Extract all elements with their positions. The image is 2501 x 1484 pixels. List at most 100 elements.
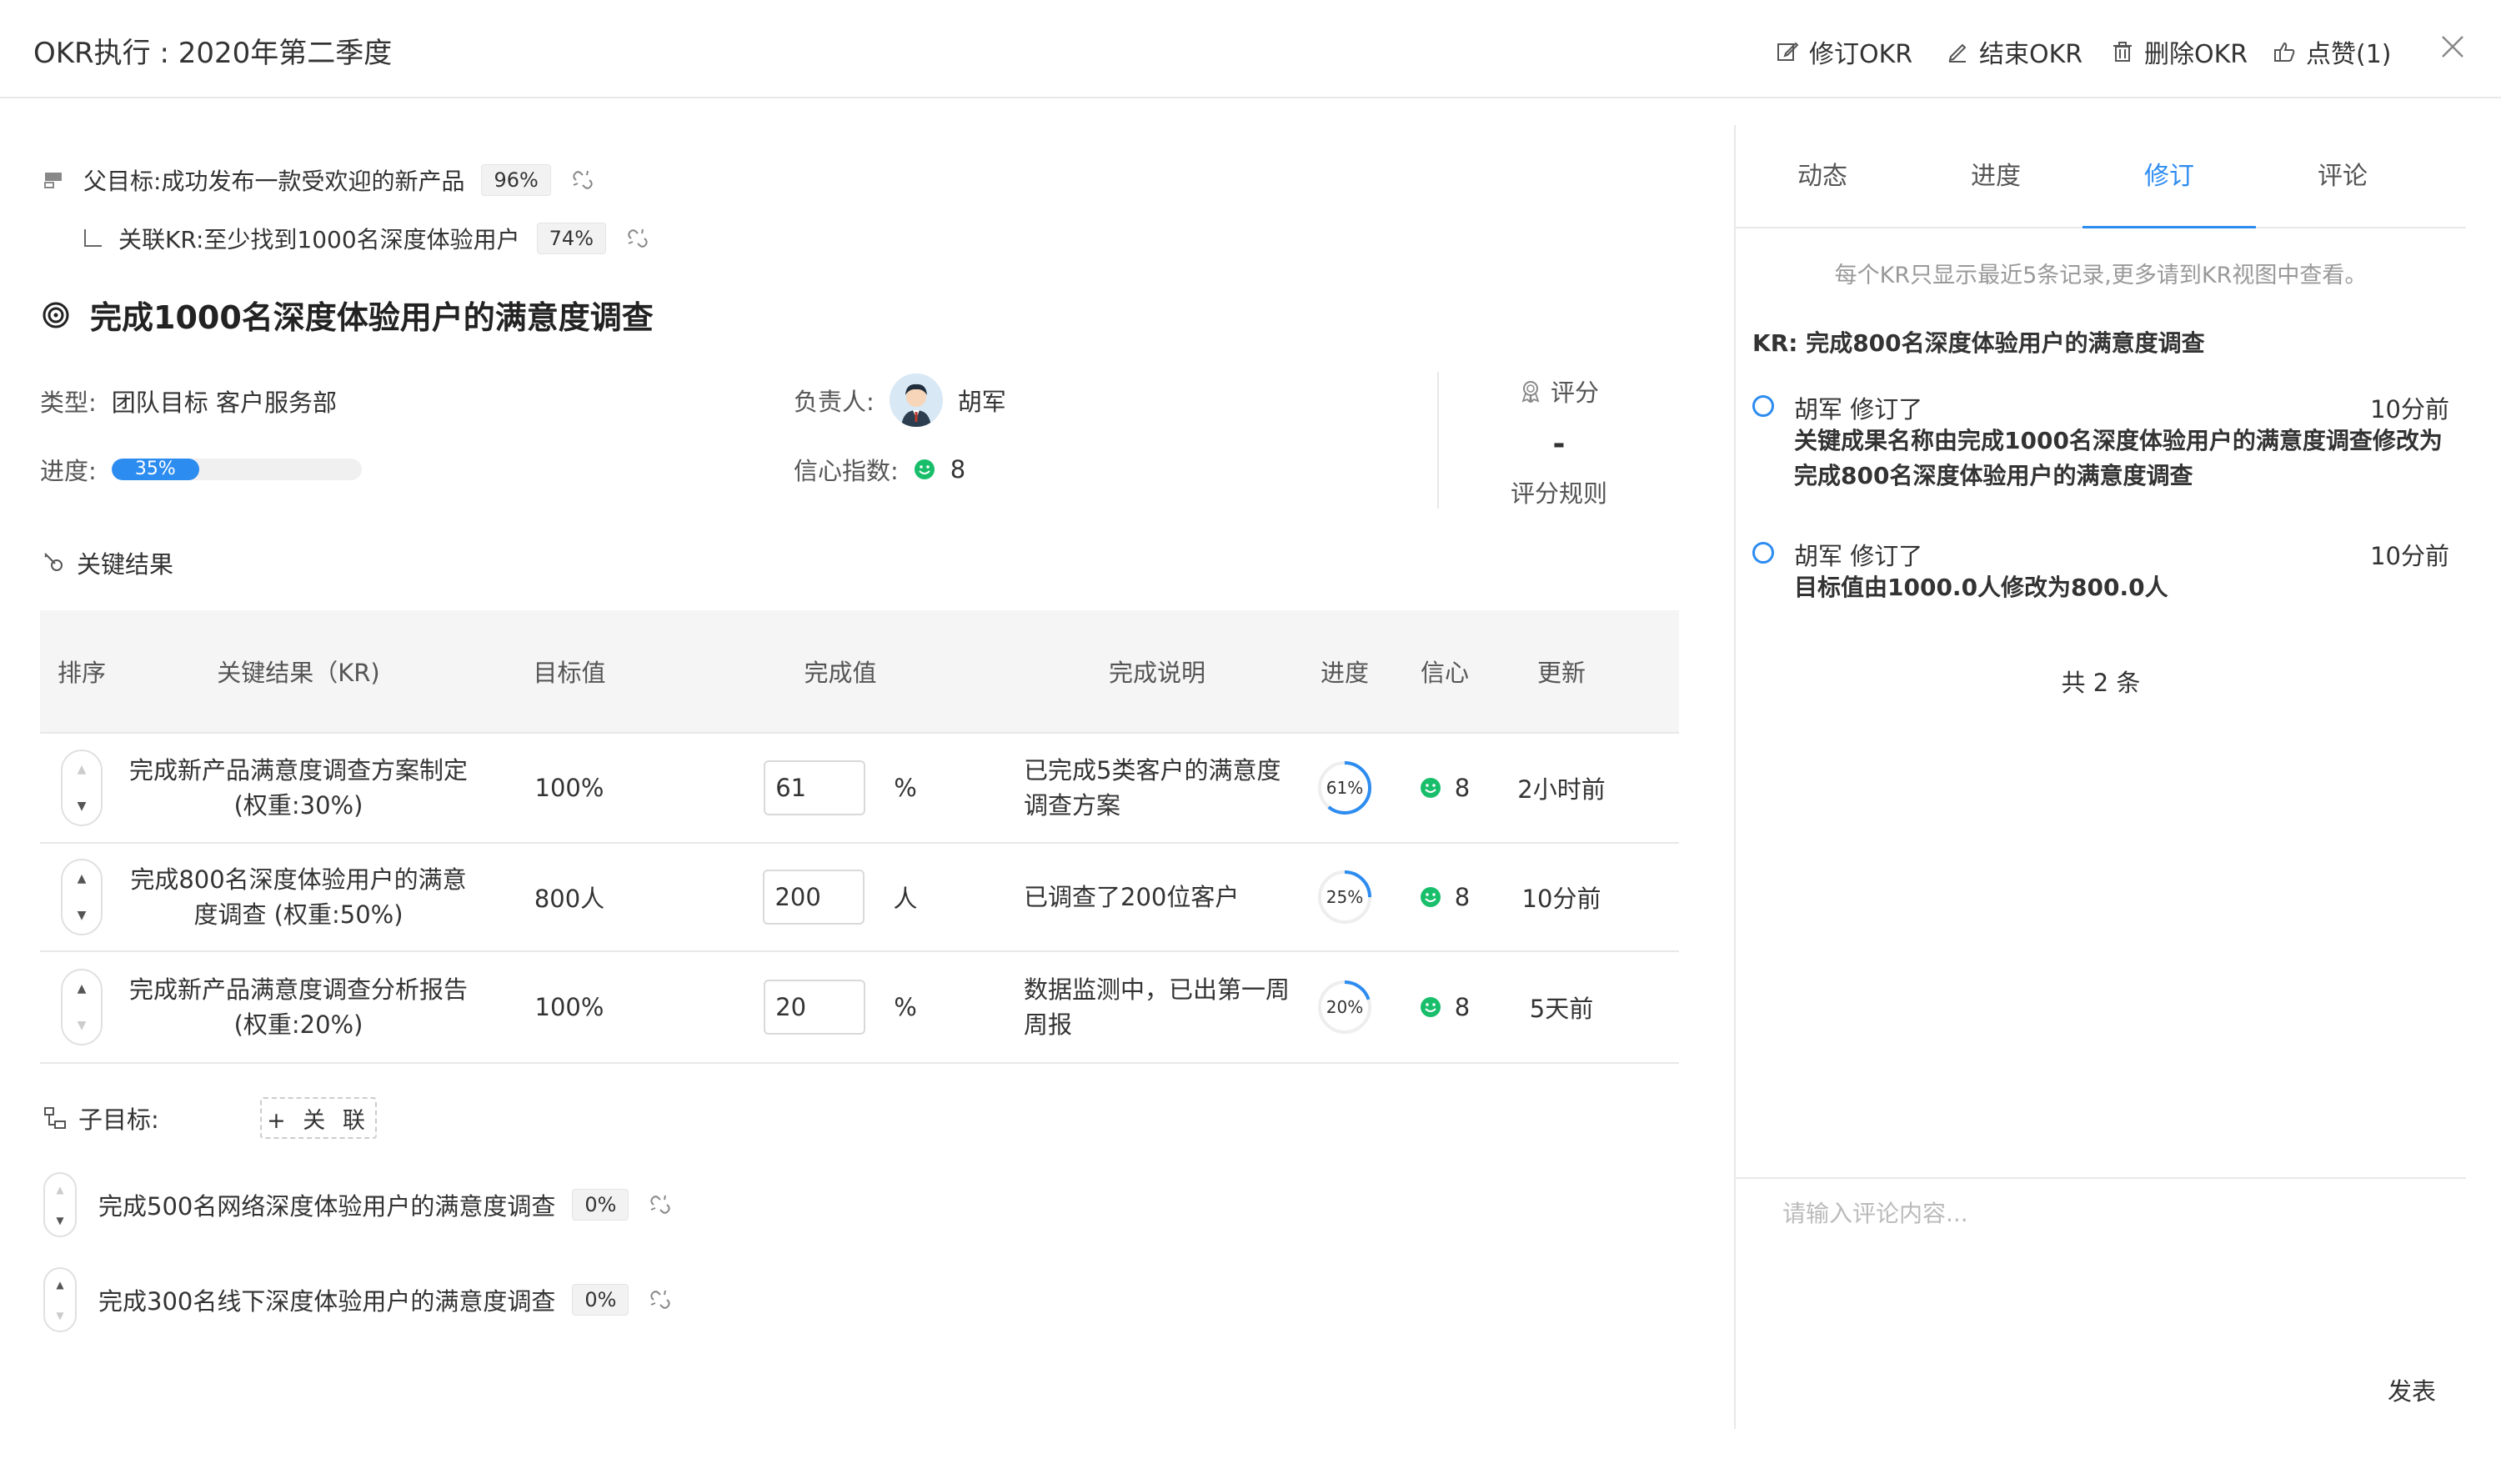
smile-icon	[1420, 887, 1441, 907]
score-value: -	[1552, 427, 1566, 461]
done-description[interactable]: 已调查了200位客户	[1015, 880, 1239, 915]
score-label: 评分	[1550, 379, 1599, 407]
parent-objective-label: 父目标:	[83, 168, 162, 195]
done-cell: %	[665, 980, 1015, 1035]
kr-name[interactable]: 完成新产品满意度调查分析报告 (权重:20%)	[123, 972, 474, 1042]
revision-author: 胡军 修订了	[1794, 395, 1923, 424]
sort-stepper[interactable]: ▲ ▼	[61, 750, 103, 826]
revision-kr-heading: KR: 完成800名深度体验用户的满意度调查	[1752, 329, 2205, 357]
done-cell: %	[665, 760, 1015, 815]
done-description[interactable]: 已完成5类客户的满意度调查方案	[1015, 753, 1299, 823]
confidence-value: 8	[950, 455, 966, 484]
kr-cell: 完成新产品满意度调查方案制定 (权重:30%)	[123, 753, 474, 823]
progress-ring-label: 20%	[1326, 997, 1363, 1017]
key-result-icon	[44, 553, 63, 571]
move-down-icon[interactable]: ▼	[56, 1215, 63, 1226]
unlink-icon[interactable]	[649, 1288, 672, 1311]
linked-kr-name[interactable]: 至少找到1000名深度体验用户	[203, 222, 519, 255]
parent-objective-row: 父目标: 成功发布一款受欢迎的新产品 96%	[43, 163, 594, 197]
objective-title-row: 完成1000名深度体验用户的满意度调查	[42, 292, 654, 338]
comment-input[interactable]	[1782, 1196, 2433, 1346]
move-up-icon[interactable]: ▲	[56, 1279, 63, 1291]
col-updated: 更新	[1536, 659, 1586, 687]
smile-icon	[1420, 778, 1441, 798]
done-unit: %	[894, 774, 917, 802]
smile-icon	[1420, 997, 1441, 1017]
sort-stepper[interactable]: ▲ ▼	[61, 969, 103, 1045]
type-value: 团队目标 客户服务部	[111, 389, 337, 417]
like-button[interactable]: 点赞(1)	[2273, 33, 2392, 70]
objective-confidence: 信心指数: 8	[794, 452, 965, 487]
medal-icon	[1521, 381, 1540, 403]
avatar[interactable]	[889, 374, 943, 427]
publish-button[interactable]: 发表	[2388, 1372, 2436, 1407]
sort-cell: ▲ ▼	[40, 750, 123, 826]
unlink-icon[interactable]	[626, 227, 649, 250]
smile-icon	[914, 459, 935, 479]
revision-time: 10分前	[2370, 395, 2449, 424]
sort-stepper[interactable]: ▲ ▼	[43, 1267, 77, 1332]
thumbs-up-icon	[2274, 42, 2295, 62]
col-confidence: 信心	[1420, 659, 1469, 687]
col-sort: 排序	[57, 659, 106, 687]
unlink-icon[interactable]	[649, 1193, 672, 1216]
progress-ring: 20%	[1318, 980, 1371, 1034]
sub-objective-name[interactable]: 完成300名线下深度体验用户的满意度调查	[98, 1282, 555, 1317]
kr-cell: 完成800名深度体验用户的满意度调查 (权重:50%)	[123, 862, 474, 932]
sort-stepper[interactable]: ▲ ▼	[61, 859, 103, 935]
sort-stepper[interactable]: ▲ ▼	[43, 1172, 77, 1237]
tab-revisions[interactable]: 修订	[2082, 125, 2256, 228]
done-value-input[interactable]	[764, 760, 866, 815]
move-down-icon[interactable]: ▼	[78, 1019, 87, 1032]
edit-icon	[1777, 42, 1799, 61]
dialog-header: OKR执行 : 2020年第二季度 修订OKR 结束OKR 删除OKR 点赞(1…	[0, 0, 2501, 98]
linked-kr-row: 关联KR: 至少找到1000名深度体验用户 74%	[82, 222, 649, 255]
move-up-icon[interactable]: ▲	[56, 1184, 63, 1196]
move-down-icon[interactable]: ▼	[78, 800, 87, 813]
col-kr: 关键结果（KR)	[217, 659, 380, 687]
progress-ring-label: 25%	[1326, 887, 1363, 907]
sub-objective-name[interactable]: 完成500名网络深度体验用户的满意度调查	[98, 1187, 555, 1222]
comment-area: 发表	[1736, 1177, 2466, 1429]
progress-ring-label: 61%	[1326, 778, 1363, 798]
tab-progress[interactable]: 进度	[1909, 125, 2082, 227]
tab-comments[interactable]: 评论	[2256, 125, 2429, 227]
delete-okr-button[interactable]: 删除OKR	[2111, 33, 2248, 70]
timeline-dot	[1752, 542, 1774, 564]
progress-bar: 35%	[111, 459, 362, 480]
move-up-icon[interactable]: ▲	[78, 872, 87, 885]
confidence-cell: 8	[1391, 883, 1499, 911]
revise-okr-button[interactable]: 修订OKR	[1776, 33, 1912, 70]
col-done: 完成值	[804, 659, 877, 687]
revision-detail: 目标值由1000.0人修改为800.0人	[1794, 574, 2168, 601]
done-description[interactable]: 数据监测中，已出第一周周报	[1015, 972, 1299, 1042]
done-value-input[interactable]	[764, 980, 866, 1035]
done-unit: 人	[893, 885, 918, 913]
link-sub-objective-button[interactable]: + 关 联	[260, 1097, 377, 1139]
tab-activity[interactable]: 动态	[1736, 125, 1909, 227]
objective-title: 完成1000名深度体验用户的满意度调查	[90, 299, 654, 336]
score-rules-link[interactable]: 评分规则	[1451, 474, 1667, 509]
kr-name[interactable]: 完成新产品满意度调查方案制定 (权重:30%)	[123, 753, 474, 823]
target-value: 100%	[534, 774, 604, 802]
end-okr-button[interactable]: 结束OKR	[1946, 33, 2082, 70]
move-up-icon[interactable]: ▲	[78, 763, 87, 776]
done-value-input[interactable]	[763, 870, 865, 925]
unlink-icon[interactable]	[571, 168, 594, 192]
revision-log-item: 胡军 修订了 10分前 关键成果名称由完成1000名深度体验用户的满意度调查修改…	[1752, 390, 2449, 499]
desc-cell: 数据监测中，已出第一周周报	[1015, 972, 1299, 1042]
objective-type: 类型: 团队目标 客户服务部	[40, 384, 337, 419]
progress-cell: 20%	[1299, 978, 1391, 1036]
move-down-icon[interactable]: ▼	[56, 1310, 63, 1321]
done-unit: %	[894, 993, 917, 1021]
close-icon[interactable]	[2438, 32, 2468, 62]
move-down-icon[interactable]: ▼	[78, 909, 87, 922]
parent-objective-icon	[44, 173, 62, 188]
move-up-icon[interactable]: ▲	[78, 982, 87, 995]
revision-time: 10分前	[2370, 542, 2449, 570]
revision-total: 共 2 条	[2061, 669, 2141, 697]
parent-objective-name[interactable]: 成功发布一款受欢迎的新产品	[161, 163, 464, 197]
sort-cell: ▲ ▼	[40, 859, 123, 935]
linked-kr-label: 关联KR:	[118, 226, 204, 253]
kr-name[interactable]: 完成800名深度体验用户的满意度调查 (权重:50%)	[123, 862, 474, 932]
